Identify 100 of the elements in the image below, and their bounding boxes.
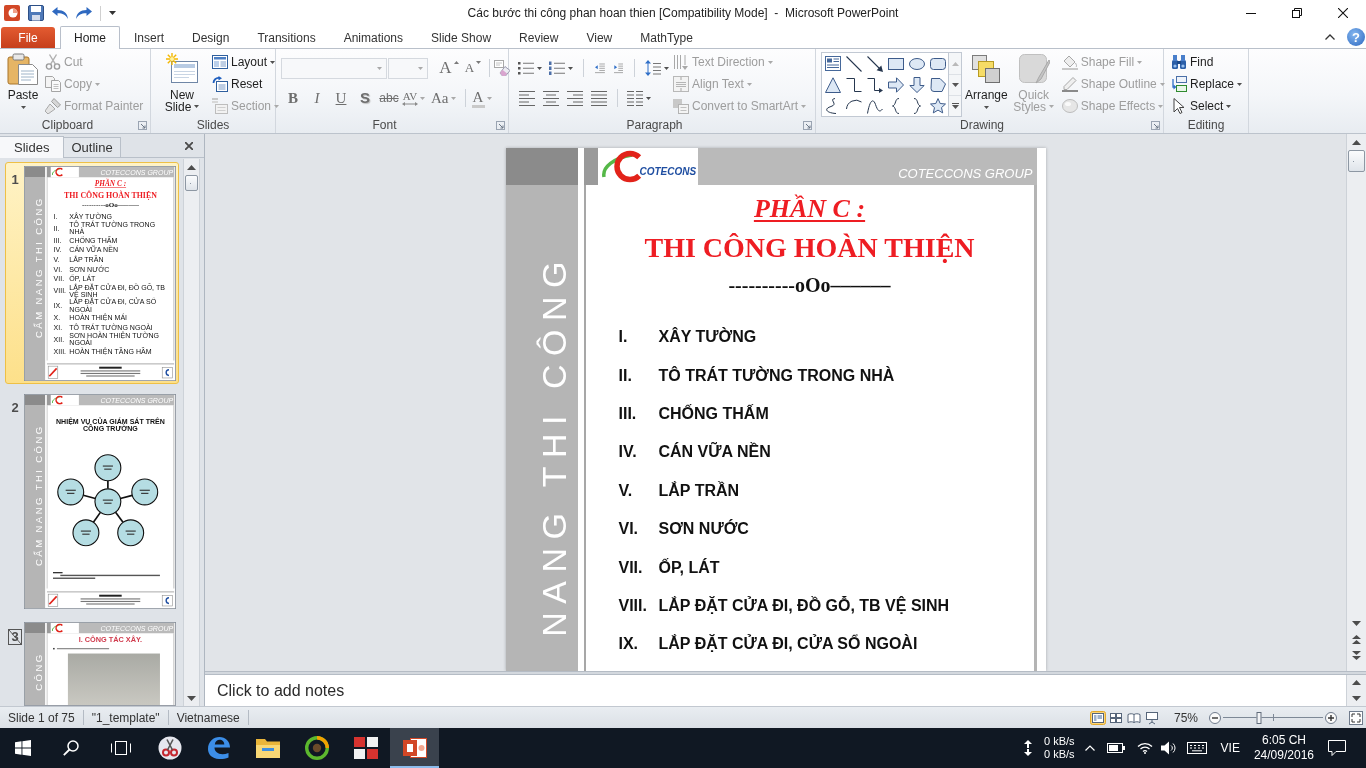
file-menu-button[interactable]: File (1, 27, 55, 48)
thumbnail-item[interactable] (5, 162, 179, 384)
zoom-out-icon[interactable] (1209, 711, 1221, 724)
dialog-launcher-icon[interactable] (1151, 120, 1160, 130)
input-language-text[interactable]: VIE (1220, 741, 1240, 755)
layout-button[interactable]: Layout (209, 51, 282, 73)
rectangle-shape-icon[interactable] (887, 55, 904, 72)
pane-tab[interactable]: Outline (64, 137, 121, 157)
presentation-app-icon[interactable] (4, 5, 20, 21)
align-right-icon[interactable] (567, 90, 583, 106)
scissors-icon (45, 54, 61, 70)
dialog-launcher-icon[interactable] (803, 120, 812, 130)
elbow-arrow-connector-shape-icon[interactable] (866, 76, 883, 93)
battery-icon[interactable] (1106, 743, 1125, 753)
down-arrow-shape-icon[interactable] (908, 76, 925, 93)
scroll-down-icon[interactable] (951, 83, 959, 87)
zoom-in-icon[interactable] (1325, 711, 1337, 724)
justify-icon[interactable] (591, 90, 607, 106)
arrow-line-shape-icon[interactable] (866, 55, 883, 72)
align-center-icon[interactable] (543, 90, 559, 106)
minimize-icon[interactable] (1246, 12, 1256, 14)
increase-indent-icon[interactable] (613, 60, 624, 76)
squares-icon (353, 736, 378, 760)
slider-thumb[interactable] (1256, 711, 1262, 724)
next-slide-icon[interactable] (1352, 650, 1361, 660)
normal-view-icon[interactable] (1089, 710, 1106, 725)
reset-button[interactable]: Reset (209, 73, 282, 95)
close-icon[interactable] (185, 142, 193, 150)
customize-caret-icon[interactable] (109, 11, 116, 15)
arrange-button[interactable]: Arrange (964, 51, 1009, 109)
search-icon[interactable] (63, 740, 79, 756)
reading-view-icon[interactable] (1125, 710, 1142, 725)
more-icon[interactable] (951, 103, 959, 109)
collapse-ribbon-icon[interactable] (1325, 34, 1335, 40)
dialog-launcher-icon[interactable] (138, 120, 147, 130)
ribbon-tab[interactable]: MathType (626, 27, 707, 48)
undo-icon[interactable] (52, 7, 68, 19)
paste-button[interactable]: Paste (6, 51, 40, 109)
right-arrow-shape-icon[interactable] (887, 76, 904, 93)
zoom-level-text[interactable]: 75% (1173, 710, 1198, 725)
ribbon-tab[interactable]: Animations (329, 27, 417, 48)
select-button[interactable]: Select (1168, 95, 1245, 117)
scroll-up-icon[interactable] (1352, 139, 1361, 145)
browser-icon (206, 736, 231, 760)
line-shape-icon[interactable] (845, 55, 862, 72)
slide-sorter-icon[interactable] (1107, 710, 1124, 725)
header-text: COTECCONS GROUP (898, 167, 1033, 181)
taskbar-button[interactable] (390, 728, 439, 768)
find-button[interactable]: Find (1168, 51, 1245, 73)
ribbon-tab[interactable]: Design (178, 27, 244, 48)
pane-tab[interactable]: Slides (0, 136, 65, 158)
wifi-icon[interactable] (1136, 742, 1153, 754)
scroll-up-icon[interactable] (187, 164, 196, 170)
previous-slide-icon[interactable] (1352, 634, 1361, 644)
list-number: IX. (618, 635, 639, 653)
clock-date-text[interactable]: 24/09/2016 (1253, 748, 1314, 763)
chevron-up-icon[interactable] (1084, 745, 1095, 751)
decrease-indent-icon[interactable] (594, 60, 605, 76)
vertical-scrollbar[interactable] (1346, 134, 1366, 671)
group-label: Slides (196, 118, 230, 132)
save-icon[interactable] (28, 5, 44, 21)
rounded-rectangle-shape-icon[interactable] (929, 55, 946, 72)
ribbon-tab[interactable]: Slide Show (417, 27, 506, 48)
dialog-launcher-icon[interactable] (496, 120, 505, 130)
replace-button[interactable]: Replace (1168, 73, 1245, 95)
volume-icon[interactable] (1160, 741, 1177, 755)
list-item: CHỐNG THẤM (658, 404, 769, 423)
task-view-icon[interactable] (111, 741, 131, 755)
message-icon[interactable] (1328, 740, 1346, 756)
fit-to-window-icon[interactable] (1349, 710, 1363, 725)
redo-icon[interactable] (76, 7, 92, 19)
ribbon-tab[interactable]: Home (60, 26, 120, 49)
close-icon[interactable] (1338, 8, 1348, 18)
curve-shape-icon[interactable] (866, 97, 883, 114)
ribbon-tab[interactable]: Insert (120, 27, 179, 48)
scroll-thumb[interactable] (185, 175, 198, 191)
scroll-thumb[interactable] (1348, 150, 1365, 172)
new-slide-button[interactable]: New Slide (157, 51, 207, 113)
vertical-scrollbar[interactable] (1346, 675, 1366, 706)
elbow-connector-shape-icon[interactable] (845, 76, 862, 93)
ribbon-tab[interactable]: Transitions (243, 27, 330, 48)
scroll-down-icon[interactable] (1352, 696, 1361, 701)
ribbon-tab[interactable]: Review (505, 27, 573, 48)
vertical-scrollbar[interactable] (183, 159, 200, 706)
star-shape-icon[interactable] (929, 97, 946, 114)
scroll-down-icon[interactable] (1352, 620, 1361, 626)
clock-time-text[interactable]: 6:05 CH (1261, 733, 1306, 748)
slide-thumbnail[interactable] (24, 166, 176, 381)
triangle-shape-icon[interactable] (824, 76, 841, 93)
align-left-icon[interactable] (519, 90, 535, 106)
freeform-shape-icon[interactable] (929, 76, 946, 93)
ribbon-tab[interactable]: View (572, 27, 627, 48)
oval-shape-icon[interactable] (908, 55, 925, 72)
scroll-down-icon[interactable] (187, 695, 196, 701)
windows-logo-icon[interactable] (14, 740, 31, 756)
restore-icon[interactable] (1292, 8, 1302, 18)
slide-show-icon[interactable] (1143, 710, 1160, 725)
scroll-up-icon[interactable] (1352, 680, 1361, 685)
keyboard-icon[interactable] (1186, 742, 1207, 754)
text-box-shape-icon[interactable] (824, 55, 841, 72)
